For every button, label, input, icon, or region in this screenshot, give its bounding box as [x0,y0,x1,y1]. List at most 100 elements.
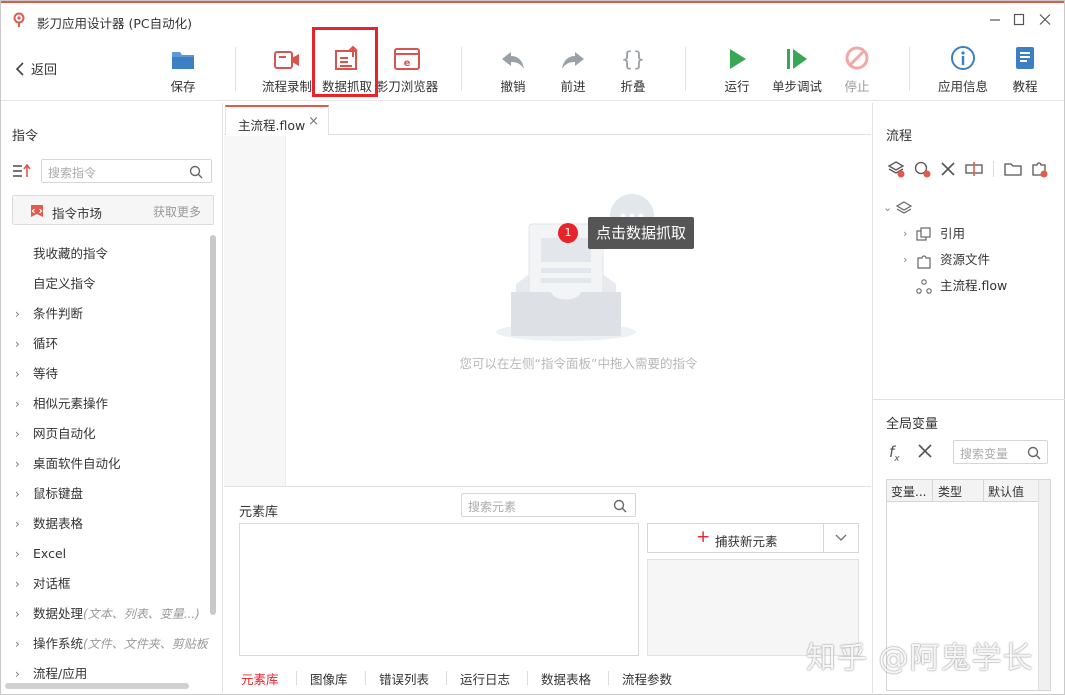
command-list-hscrollbar[interactable] [5,683,189,689]
svg-text:{}: {} [621,47,645,71]
command-category-hint: (文件、文件夹、剪贴板 [83,637,208,651]
tab-main-flow[interactable]: 主流程.flow × [225,105,329,135]
flow-canvas[interactable]: 您可以在左侧“指令面板”中拖入需要的指令 [286,136,871,486]
redo-icon [541,41,605,71]
save-button[interactable]: 保存 [151,41,215,97]
command-category[interactable]: › 条件判断 [1,299,211,329]
flow-editor: 主流程.flow × 您可以在左侧“指令面板”中拖入需要的指令 元素库 搜索元素… [224,103,871,693]
toolbar-divider [909,47,910,91]
command-category-label: 桌面软件自动化 [33,456,121,471]
command-category[interactable]: › 桌面软件自动化 [1,449,211,479]
tree-root[interactable]: ⌄ [883,195,1063,221]
tutorial-button[interactable]: 教程 [993,41,1057,97]
app-info-button[interactable]: 应用信息 [931,41,995,97]
chevron-right-icon[interactable]: › [15,599,20,629]
column-header[interactable]: 类型 [938,483,962,500]
command-category[interactable]: › Excel [1,539,211,569]
play-icon [705,41,769,71]
command-market-button[interactable]: 指令市场 获取更多 [12,195,214,225]
bottom-tab[interactable]: 流程参数 [622,669,672,688]
minimize-icon[interactable] [985,11,1005,29]
variable-search-input[interactable]: 搜索变量 [953,440,1048,464]
bottom-tab[interactable]: 错误列表 [379,669,429,688]
stop-button[interactable]: 停止 [825,41,889,97]
element-search-input[interactable]: 搜索元素 [461,493,636,517]
capture-dropdown-button[interactable] [824,523,859,553]
command-list-scrollbar[interactable] [210,235,216,615]
back-button[interactable]: 返回 [15,59,57,78]
variables-scrollbar[interactable] [1038,480,1050,690]
get-more-link[interactable]: 获取更多 [153,203,201,220]
flow-tree: ⌄ › 引用 › 资源文件 主流程.flow [883,195,1063,299]
command-category[interactable]: › 鼠标键盘 [1,479,211,509]
chevron-right-icon[interactable]: › [15,299,20,329]
command-category[interactable]: › 数据处理(文本、列表、变量...) [1,599,211,629]
chevron-right-icon[interactable]: › [15,359,20,389]
command-category[interactable]: › 等待 [1,359,211,389]
panel-splitter[interactable] [873,399,1065,400]
chevron-right-icon[interactable]: › [15,449,20,479]
delete-icon[interactable] [938,159,958,179]
add-module-icon[interactable] [1029,159,1049,179]
bottom-tab[interactable]: 元素库 [241,669,279,688]
command-search-input[interactable]: 搜索指令 [41,159,212,183]
fold-button[interactable]: {} 折叠 [601,41,665,97]
column-header[interactable]: 默认值 [988,483,1024,500]
tree-item-main-flow[interactable]: 主流程.flow [883,273,1063,299]
redo-button[interactable]: 前进 [541,41,605,97]
project-panel: 流程 ⌄ › 引用 › 资源文件 主流程.flow 全局变量 fx 搜索变量 变… [872,103,1065,693]
chevron-right-icon[interactable]: › [903,247,907,273]
command-category[interactable]: › 网页自动化 [1,419,211,449]
chevron-right-icon[interactable]: › [15,479,20,509]
sort-icon[interactable] [13,163,31,181]
record-flow-button[interactable]: 流程录制 [255,41,319,97]
bottom-tab[interactable]: 运行日志 [460,669,510,688]
bottom-tab[interactable]: 图像库 [310,669,348,688]
close-icon[interactable] [1035,11,1055,29]
tab-divider [296,671,297,685]
chevron-right-icon[interactable]: › [15,539,20,569]
command-category[interactable]: › 对话框 [1,569,211,599]
maximize-icon[interactable] [1009,11,1029,29]
chevron-right-icon[interactable]: › [15,629,20,659]
copy-flow-icon[interactable] [912,159,932,179]
chevron-left-icon [15,61,24,76]
tab-divider [446,671,447,685]
empty-hint: 您可以在左侧“指令面板”中拖入需要的指令 [459,356,698,371]
undo-button[interactable]: 撤销 [481,41,545,97]
run-button[interactable]: 运行 [705,41,769,97]
bottom-tab[interactable]: 数据表格 [541,669,591,688]
delete-variable-icon[interactable] [917,443,933,462]
command-category[interactable]: › 操作系统(文件、文件夹、剪贴板 [1,629,211,659]
command-category[interactable]: › 数据表格 [1,509,211,539]
yingdao-browser-button[interactable]: e 影刀浏览器 [375,41,439,97]
chevron-right-icon[interactable]: › [15,329,20,359]
command-category-label: 条件判断 [33,306,84,321]
capture-new-element-button[interactable]: + 捕获新元素 [647,523,824,553]
folder-icon[interactable] [1003,159,1023,179]
add-flow-icon[interactable] [886,159,906,179]
chevron-right-icon[interactable]: › [903,221,907,247]
step-debug-button[interactable]: 单步调试 [765,41,829,97]
tree-item-resources[interactable]: › 资源文件 [883,247,1063,273]
command-category-label: Excel [33,546,67,561]
rename-icon[interactable] [964,159,984,179]
command-category[interactable]: 自定义指令 [1,269,211,299]
chevron-right-icon[interactable]: › [15,509,20,539]
chevron-right-icon[interactable]: › [15,389,20,419]
chevron-right-icon[interactable]: › [15,569,20,599]
chevron-down-icon[interactable]: ⌄ [883,195,892,221]
command-category-hint: (文本、列表、变量...) [83,607,200,621]
command-category-label: 鼠标键盘 [33,486,84,501]
tree-item-ref[interactable]: › 引用 [883,221,1063,247]
command-category[interactable]: 我收藏的指令 [1,239,211,269]
column-header[interactable]: 变量... [891,483,926,500]
element-list[interactable] [239,523,639,656]
tab-close-icon[interactable]: × [308,114,319,129]
flow-node-icon [916,278,932,304]
command-category[interactable]: › 循环 [1,329,211,359]
title-bar: 影刀应用设计器 (PC自动化) [1,3,1064,37]
add-variable-fx-icon[interactable]: fx [889,443,900,464]
command-category[interactable]: › 相似元素操作 [1,389,211,419]
chevron-right-icon[interactable]: › [15,419,20,449]
